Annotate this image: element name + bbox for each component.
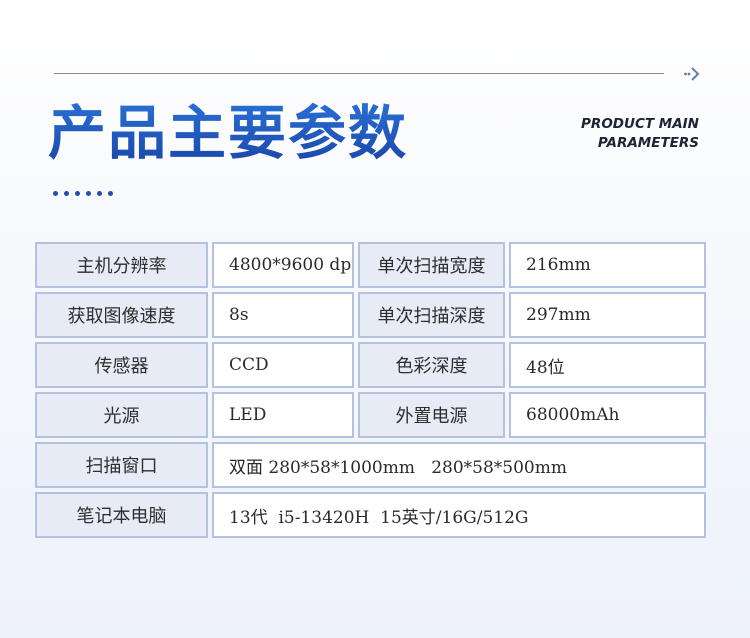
spec-value: LED xyxy=(212,392,354,438)
spec-value: 双面 280*58*1000mm 280*58*500mm xyxy=(212,442,706,488)
spec-value: 297mm xyxy=(509,292,706,338)
decorative-dots xyxy=(53,191,113,196)
subtitle-line-1: PRODUCT MAIN xyxy=(581,116,699,132)
spec-label: 获取图像速度 xyxy=(35,292,208,338)
spec-value: 4800*9600 dpi xyxy=(212,242,354,288)
spec-label: 扫描窗口 xyxy=(35,442,208,488)
spec-value: CCD xyxy=(212,342,354,388)
table-row: 传感器 CCD 色彩深度 48位 xyxy=(35,342,706,388)
dot xyxy=(75,191,80,196)
table-row: 笔记本电脑 13代 i5-13420H 15英寸/16G/512G xyxy=(35,492,706,538)
spec-label: 光源 xyxy=(35,392,208,438)
spec-label: 主机分辨率 xyxy=(35,242,208,288)
table-row: 扫描窗口 双面 280*58*1000mm 280*58*500mm xyxy=(35,442,706,488)
spec-value: 48位 xyxy=(509,342,706,388)
table-row: 获取图像速度 8s 单次扫描深度 297mm xyxy=(35,292,706,338)
table-row: 主机分辨率 4800*9600 dpi 单次扫描宽度 216mm xyxy=(35,242,706,288)
spec-value: 8s xyxy=(212,292,354,338)
page-subtitle: PRODUCT MAIN PARAMETERS xyxy=(581,115,699,153)
spec-table: 主机分辨率 4800*9600 dpi 单次扫描宽度 216mm 获取图像速度 … xyxy=(35,242,706,542)
page-title: 产品主要参数 xyxy=(48,96,408,170)
dot xyxy=(53,191,58,196)
chevron-right-icon xyxy=(684,67,700,81)
spec-value: 13代 i5-13420H 15英寸/16G/512G xyxy=(212,492,706,538)
dot xyxy=(108,191,113,196)
spec-value: 216mm xyxy=(509,242,706,288)
table-row: 光源 LED 外置电源 68000mAh xyxy=(35,392,706,438)
subtitle-line-2: PARAMETERS xyxy=(597,135,699,151)
spec-label: 笔记本电脑 xyxy=(35,492,208,538)
spec-value: 68000mAh xyxy=(509,392,706,438)
spec-label: 传感器 xyxy=(35,342,208,388)
spec-label: 外置电源 xyxy=(358,392,505,438)
dot xyxy=(64,191,69,196)
dot xyxy=(97,191,102,196)
spec-label: 色彩深度 xyxy=(358,342,505,388)
spec-label: 单次扫描宽度 xyxy=(358,242,505,288)
spec-label: 单次扫描深度 xyxy=(358,292,505,338)
dot xyxy=(86,191,91,196)
header-divider-line xyxy=(54,73,664,74)
